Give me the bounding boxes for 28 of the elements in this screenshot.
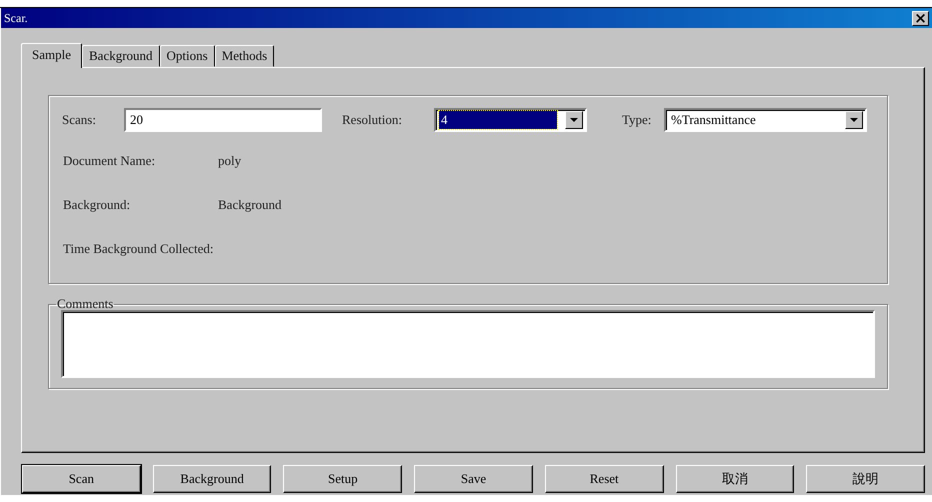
field-label: Type:	[622, 112, 652, 128]
info-label: Background:	[63, 196, 132, 214]
window-title: Scar.	[4, 10, 28, 26]
close-button[interactable]: ×	[912, 10, 929, 26]
field-label: Scans:	[62, 112, 97, 128]
dialog-button[interactable]: Scan	[22, 465, 141, 493]
dialog-button[interactable]: Setup	[283, 465, 402, 493]
dropdown-value: 4	[439, 111, 557, 129]
dialog-button[interactable]: 說明	[806, 465, 925, 493]
dialog-button[interactable]: Reset	[544, 465, 664, 493]
dropdown[interactable]: %Transmittance	[664, 108, 867, 132]
tab[interactable]: Options	[160, 45, 215, 67]
info-value: Background	[218, 196, 283, 214]
info-label: Document Name:	[63, 152, 156, 170]
tab[interactable]: Background	[82, 45, 160, 67]
dialog-button[interactable]: Save	[414, 465, 533, 493]
tab[interactable]: Methods	[214, 45, 274, 67]
dialog-button[interactable]: Background	[152, 465, 272, 493]
info-label: Time Background Collected:	[63, 240, 214, 258]
dropdown-value: %Transmittance	[670, 111, 757, 129]
dropdown[interactable]: 4	[434, 108, 587, 132]
dialog-button[interactable]: 取消	[676, 465, 794, 493]
info-value: poly	[218, 152, 242, 170]
comments-field[interactable]	[61, 310, 875, 378]
input-field[interactable]: 20	[124, 108, 322, 132]
tab[interactable]: Sample	[21, 43, 82, 68]
field-label: Resolution:	[342, 112, 403, 128]
group-label: Comments	[56, 296, 114, 312]
